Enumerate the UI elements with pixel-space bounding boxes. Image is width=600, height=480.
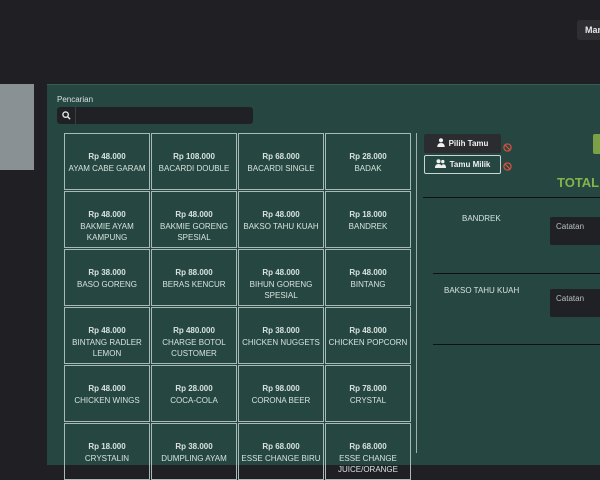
product-name: BINTANG: [350, 280, 386, 289]
search-input[interactable]: [76, 107, 253, 124]
tamu-milik-label: Tamu Milik: [449, 160, 491, 169]
order-item-note[interactable]: Catatan: [550, 217, 600, 245]
product-name: BINTANG RADLER LEMON: [72, 338, 142, 358]
search-box: [57, 107, 253, 124]
product-price: Rp 18.000: [349, 210, 387, 219]
product-price: Rp 480.000: [173, 326, 215, 335]
pilih-tamu-button[interactable]: Pilih Tamu: [424, 134, 501, 153]
product-name: ESSE CHANGE BIRU: [241, 454, 321, 463]
left-sidebar-panel: [0, 84, 34, 170]
product-price: Rp 48.000: [88, 384, 126, 393]
product-name: BACARDI SINGLE: [247, 164, 315, 173]
product-card[interactable]: Rp 108.000 BACARDI DOUBLE: [151, 133, 237, 190]
product-card[interactable]: Rp 48.000 BAKMIE GORENG SPESIAL: [151, 191, 237, 248]
order-item-name: BANDREK: [462, 214, 501, 223]
product-name: CHICKEN WINGS: [74, 396, 140, 405]
product-price: Rp 98.000: [262, 384, 300, 393]
product-card[interactable]: Rp 88.000 BERAS KENCUR: [151, 249, 237, 306]
product-name: BAKMIE GORENG SPESIAL: [159, 222, 228, 242]
product-price: Rp 78.000: [349, 384, 387, 393]
product-price: Rp 38.000: [262, 326, 300, 335]
order-item-name: BAKSO TAHU KUAH: [444, 286, 520, 295]
top-menu-button[interactable]: Mana: [577, 20, 600, 40]
product-name: CORONA BEER: [251, 396, 311, 405]
product-card[interactable]: Rp 48.000 CHICKEN WINGS: [64, 365, 150, 422]
users-icon: [434, 159, 446, 170]
product-card[interactable]: Rp 38.000 BASO GORENG: [64, 249, 150, 306]
product-price: Rp 48.000: [175, 210, 213, 219]
product-name: ESSE CHANGE JUICE/ORANGE: [337, 454, 398, 474]
product-card[interactable]: Rp 38.000 DUMPLING AYAM: [151, 423, 237, 480]
product-name: CHARGE BOTOL CUSTOMER: [162, 338, 226, 358]
product-name: BERAS KENCUR: [162, 280, 226, 289]
search-icon[interactable]: [57, 107, 76, 124]
product-name: CRYSTALIN: [84, 454, 130, 463]
product-card[interactable]: Rp 68.000 BACARDI SINGLE: [238, 133, 324, 190]
product-card[interactable]: Rp 48.000 BAKMIE AYAM KAMPUNG: [64, 191, 150, 248]
product-price: Rp 48.000: [349, 326, 387, 335]
product-card[interactable]: Rp 48.000 BAKSO TAHU KUAH: [238, 191, 324, 248]
order-divider: [433, 273, 600, 274]
pos-panel: Pencarian Rp 48.000 AYAM CABE GARAM Rp 10…: [47, 84, 600, 480]
vertical-divider: [416, 133, 417, 453]
product-name: BIHUN GORENG SPESIAL: [249, 280, 313, 300]
product-card[interactable]: Rp 68.000 ESSE CHANGE BIRU: [238, 423, 324, 480]
product-price: Rp 48.000: [262, 210, 300, 219]
product-name: BACARDI DOUBLE: [158, 164, 230, 173]
product-name: CHICKEN NUGGETS: [242, 338, 320, 347]
ban-icon[interactable]: [503, 139, 512, 157]
order-item-note[interactable]: Catatan: [550, 289, 600, 317]
product-name: CRYSTAL: [349, 396, 387, 405]
total-label: TOTAL:: [557, 175, 600, 190]
action-button[interactable]: [593, 134, 600, 154]
product-name: AYAM CABE GARAM: [68, 164, 146, 173]
product-price: Rp 48.000: [88, 210, 126, 219]
product-price: Rp 68.000: [262, 152, 300, 161]
product-name: COCA-COLA: [170, 396, 218, 405]
product-card[interactable]: Rp 68.000 ESSE CHANGE JUICE/ORANGE: [325, 423, 411, 480]
product-card[interactable]: Rp 28.000 COCA-COLA: [151, 365, 237, 422]
search-label: Pencarian: [57, 95, 94, 104]
product-card[interactable]: Rp 78.000 CRYSTAL: [325, 365, 411, 422]
product-card[interactable]: Rp 48.000 BINTANG: [325, 249, 411, 306]
product-grid: Rp 48.000 AYAM CABE GARAM Rp 108.000 BACAR…: [64, 133, 412, 480]
product-name: BAKMIE AYAM KAMPUNG: [80, 222, 134, 242]
product-price: Rp 28.000: [175, 384, 213, 393]
product-card[interactable]: Rp 28.000 BADAK: [325, 133, 411, 190]
tamu-milik-button[interactable]: Tamu Milik: [424, 155, 501, 174]
ban-icon[interactable]: [503, 158, 512, 176]
product-card[interactable]: Rp 38.000 CHICKEN NUGGETS: [238, 307, 324, 364]
product-card[interactable]: Rp 48.000 CHICKEN POPCORN: [325, 307, 411, 364]
product-card[interactable]: Rp 48.000 BIHUN GORENG SPESIAL: [238, 249, 324, 306]
pilih-tamu-label: Pilih Tamu: [448, 139, 489, 148]
product-card[interactable]: Rp 480.000 CHARGE BOTOL CUSTOMER: [151, 307, 237, 364]
product-price: Rp 48.000: [262, 268, 300, 277]
product-name: BAKSO TAHU KUAH: [243, 222, 319, 231]
product-price: Rp 48.000: [88, 326, 126, 335]
product-name: BANDREK: [348, 222, 388, 231]
top-bar: Mana: [0, 0, 600, 84]
user-icon: [436, 138, 445, 149]
product-price: Rp 108.000: [173, 152, 215, 161]
product-price: Rp 48.000: [88, 152, 126, 161]
order-divider: [433, 344, 600, 345]
product-card[interactable]: Rp 98.000 CORONA BEER: [238, 365, 324, 422]
product-name: BASO GORENG: [76, 280, 137, 289]
product-price: Rp 38.000: [88, 268, 126, 277]
order-divider: [423, 197, 600, 198]
product-card[interactable]: Rp 48.000 BINTANG RADLER LEMON: [64, 307, 150, 364]
product-price: Rp 88.000: [175, 268, 213, 277]
product-name: CHICKEN POPCORN: [328, 338, 408, 347]
product-price: Rp 48.000: [349, 268, 387, 277]
product-card[interactable]: Rp 18.000 CRYSTALIN: [64, 423, 150, 480]
product-card[interactable]: Rp 48.000 AYAM CABE GARAM: [64, 133, 150, 190]
product-name: BADAK: [354, 164, 382, 173]
product-price: Rp 28.000: [349, 152, 387, 161]
product-name: DUMPLING AYAM: [161, 454, 227, 463]
product-card[interactable]: Rp 18.000 BANDREK: [325, 191, 411, 248]
